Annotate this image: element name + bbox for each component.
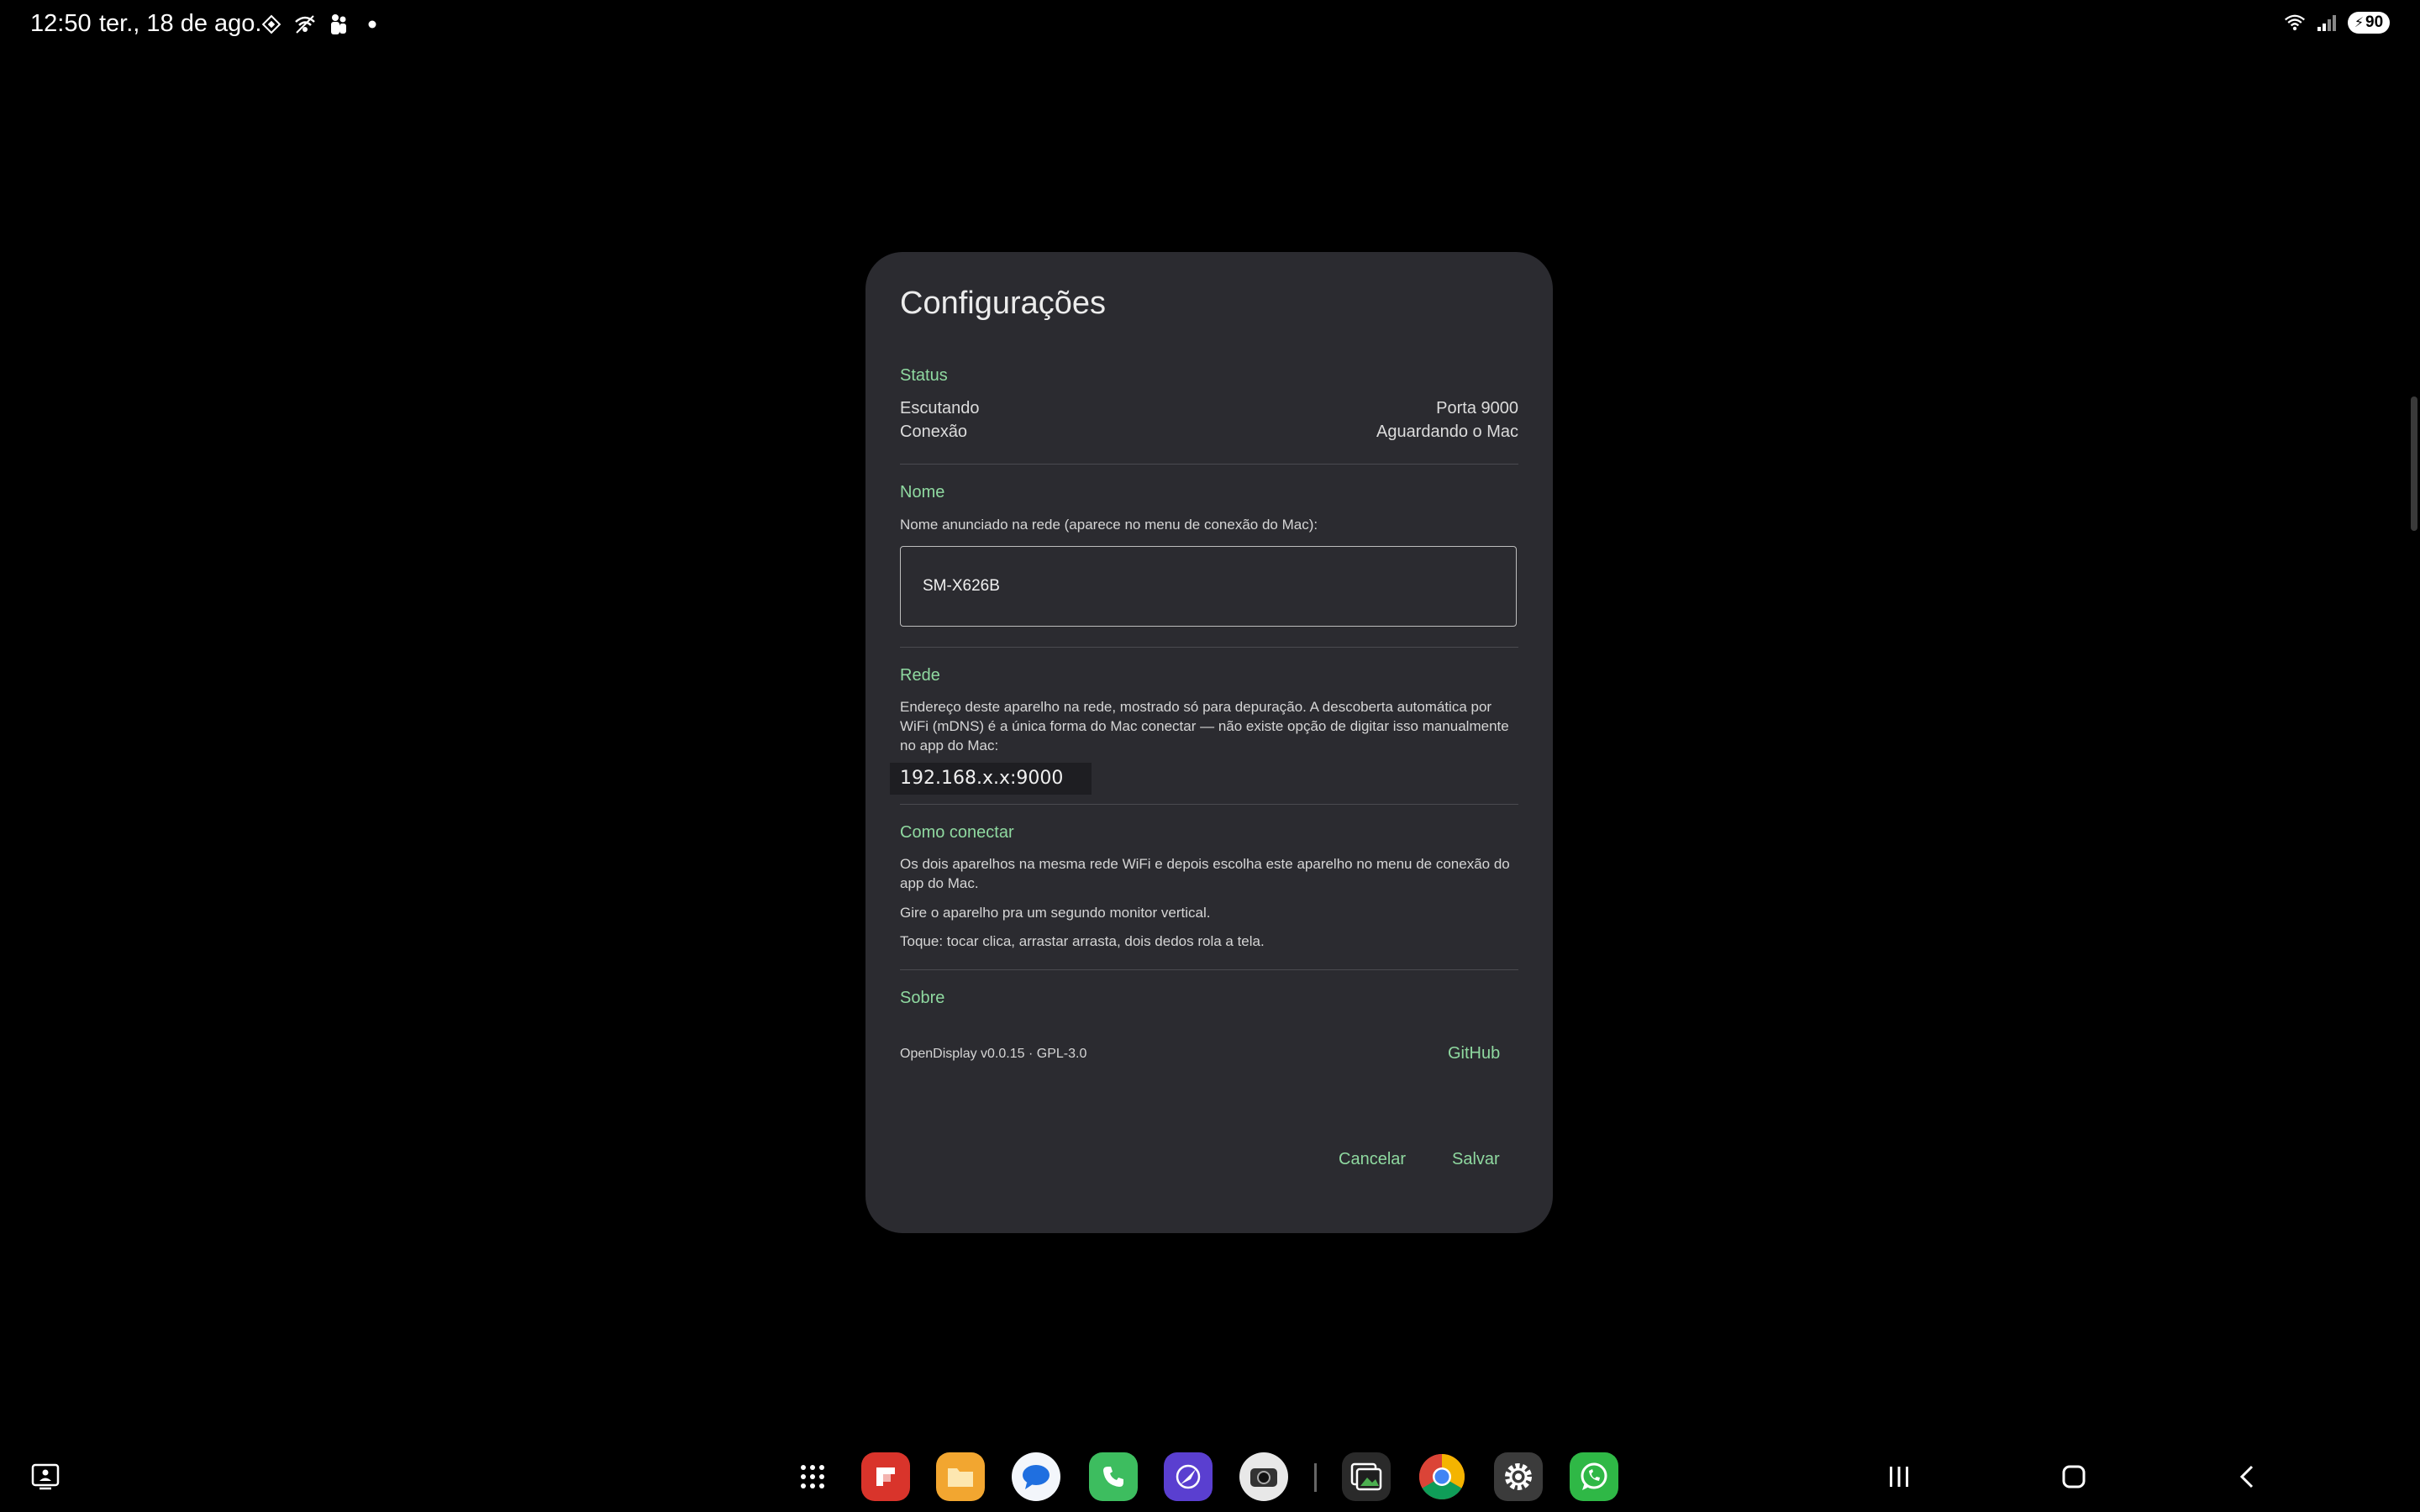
home-button[interactable] [2055,1458,2092,1495]
device-name-input[interactable] [900,546,1517,627]
phone-app-icon[interactable] [1089,1452,1138,1501]
edge-panel-handle[interactable] [2411,396,2417,531]
battery-indicator: ⚡ 90 [2348,12,2390,34]
flipboard-app-icon[interactable] [861,1452,910,1501]
notification-icons [260,13,383,35]
browser-app-icon[interactable] [1164,1452,1213,1501]
camera-app-icon[interactable] [1239,1452,1288,1501]
signal-icon [2316,12,2338,34]
battery-level: 90 [2365,13,2384,31]
connection-label: Conexão [900,423,968,441]
system-status-icons: ⚡ 90 [2284,12,2390,34]
wifi-calling-icon [294,13,316,35]
how-to-step-2: Gire o aparelho pra um segundo monitor v… [900,905,1211,921]
messages-app-icon[interactable] [1012,1452,1060,1501]
listening-label: Escutando [900,399,980,417]
divider [900,464,1518,465]
people-icon [328,13,350,35]
screen-switch-button[interactable] [27,1458,64,1495]
listening-value: Porta 9000 [1436,399,1518,417]
status-date: ter., 18 de ago. [99,10,262,37]
cancel-button[interactable]: Cancelar [1339,1150,1406,1169]
recent-apps-button[interactable] [1881,1458,1918,1495]
divider [900,969,1518,970]
app-drawer-icon[interactable] [788,1452,837,1501]
diamond-app-icon [260,13,282,35]
connection-value: Aguardando o Mac [1376,423,1518,441]
more-notifications-dot-icon [361,13,383,35]
settings-app-icon[interactable] [1494,1452,1543,1501]
section-network-label: Rede [900,666,940,685]
divider [900,647,1518,648]
files-app-icon[interactable] [936,1452,985,1501]
section-how-to-label: Como conectar [900,823,1014,842]
network-description: Endereço deste aparelho na rede, mostrad… [900,699,1509,753]
settings-dialog: Configurações Status Escutando Porta 900… [865,252,1553,1233]
section-about-label: Sobre [900,989,945,1007]
github-link[interactable]: GitHub [1448,1044,1500,1063]
save-button[interactable]: Salvar [1452,1150,1500,1169]
how-to-step-3: Toque: tocar clica, arrastar arrasta, do… [900,933,1265,949]
section-status-label: Status [900,366,948,385]
dialog-title: Configurações [900,286,1107,321]
network-address: 192.168.x.x:9000 [890,763,1092,795]
charging-bolt-icon: ⚡ [2354,16,2365,30]
whatsapp-app-icon[interactable] [1570,1452,1618,1501]
wifi-icon [2284,12,2306,34]
status-bar: 12:50 ter., 18 de ago. ⚡ 90 [0,0,2420,54]
section-name-label: Nome [900,483,945,501]
divider [900,804,1518,805]
how-to-step-1: Os dois aparelhos na mesma rede WiFi e d… [900,856,1510,891]
back-button[interactable] [2228,1458,2265,1495]
gallery-app-icon[interactable] [1342,1452,1391,1501]
dock-separator [1314,1463,1317,1492]
name-description: Nome anunciado na rede (aparece no menu … [900,517,1318,533]
chrome-app-icon[interactable] [1418,1452,1466,1501]
status-time: 12:50 [30,10,92,37]
app-version: OpenDisplay v0.0.15 · GPL-3.0 [900,1047,1087,1061]
